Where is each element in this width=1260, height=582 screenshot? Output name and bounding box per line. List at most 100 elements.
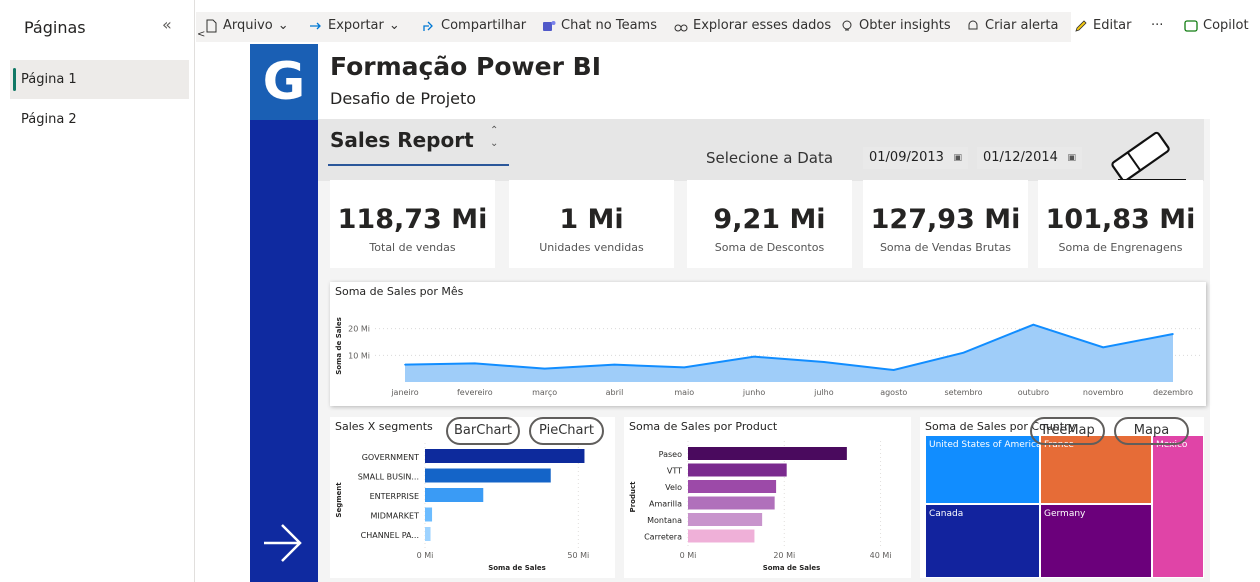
bar (425, 527, 431, 541)
kpi-card-soma-descontos: 9,21 Mi Soma de Descontos (687, 180, 852, 268)
toolbar-scroll-left-icon[interactable]: < (197, 29, 209, 42)
kpi-card-vendas-brutas: 127,93 Mi Soma de Vendas Brutas (863, 180, 1028, 268)
more-options-button[interactable]: ··· (1151, 18, 1163, 33)
treemap-tile[interactable]: United States of America (925, 435, 1040, 504)
page-item-pagina-1[interactable]: Página 1 (10, 60, 189, 99)
x-tick-label: 40 Mi (870, 551, 892, 560)
kpi-label: Soma de Vendas Brutas (879, 241, 1012, 254)
teams-chat-button[interactable]: Chat no Teams (542, 18, 657, 33)
teams-chat-label: Chat no Teams (561, 18, 657, 33)
category-label: CHANNEL PA... (361, 531, 419, 540)
report-logo: G (250, 44, 318, 120)
date-end-input[interactable]: 01/12/2014 ▣ (977, 147, 1082, 169)
x-tick-label: novembro (1083, 388, 1124, 397)
bar (425, 488, 484, 502)
data-point (1102, 346, 1104, 349)
bar (425, 449, 585, 463)
x-tick-label: 20 Mi (773, 551, 795, 560)
x-tick-label: 0 Mi (417, 551, 434, 560)
treemap-button[interactable]: TreeMap (1030, 417, 1105, 445)
x-tick-label: dezembro (1153, 388, 1193, 397)
monthly-sales-chart[interactable]: Soma de Sales por Mês 10 Mi 20 Mi Soma de … (330, 282, 1206, 406)
treemap-tile[interactable]: France (1040, 435, 1152, 504)
date-start-value: 01/09/2013 (869, 150, 944, 165)
x-tick-label: maio (674, 388, 694, 397)
bell-icon (968, 20, 978, 29)
x-tick-label: junho (742, 388, 765, 397)
copilot-label: Copilot (1203, 18, 1249, 33)
lightbulb-icon (842, 20, 852, 30)
pages-pane-title: Páginas (24, 18, 86, 37)
report-canvas: G Formação Power BI Desafio de Projeto S… (250, 44, 1210, 582)
toolbar: Arquivo ⌄ Exportar ⌄ Compartilhar Chat n… (196, 12, 1260, 42)
bar (688, 496, 775, 510)
x-tick-label: março (532, 388, 557, 397)
category-label: VTT (667, 467, 682, 476)
data-point (962, 351, 965, 354)
x-axis-title: Soma de Sales (763, 564, 821, 572)
file-menu-button[interactable]: Arquivo ⌄ (204, 18, 289, 33)
mapa-button[interactable]: Mapa (1114, 417, 1189, 445)
category-label: SMALL BUSIN... (358, 473, 419, 482)
bar (688, 447, 847, 460)
data-point (753, 355, 755, 358)
explore-data-button[interactable]: Explorar esses dados (674, 18, 831, 33)
x-tick-label: janeiro (390, 388, 418, 397)
kpi-card-unidades-vendidas: 1 Mi Unidades vendidas (509, 180, 674, 268)
export-menu-label: Exportar (328, 18, 384, 33)
teams-icon (543, 20, 556, 31)
get-insights-button[interactable]: Obter insights (840, 18, 951, 33)
category-label: Carretera (644, 533, 682, 542)
edit-label: Editar (1093, 18, 1132, 33)
y-axis-title: Soma de Sales (335, 317, 343, 375)
category-label: Velo (665, 483, 682, 492)
treemap-tile[interactable]: Mexico (1152, 435, 1204, 578)
piechart-button[interactable]: PieChart (529, 417, 604, 445)
share-button[interactable]: Compartilhar (422, 18, 526, 33)
product-bar-chart[interactable]: Soma de Sales por Product 0 Mi 20 Mi 40 Mi… (624, 417, 911, 578)
kpi-label: Soma de Descontos (714, 241, 825, 254)
kpi-label: Total de vendas (369, 241, 456, 254)
data-point (892, 369, 895, 371)
y-tick-label: 20 Mi (348, 325, 370, 334)
x-tick-label: 0 Mi (680, 551, 697, 560)
data-point (543, 367, 546, 370)
kpi-value: 118,73 Mi (337, 204, 488, 235)
bar (688, 513, 763, 526)
treemap-tile[interactable]: Germany (1040, 504, 1152, 578)
barchart-button[interactable]: BarChart (446, 417, 520, 445)
x-tick-label: julho (813, 388, 834, 397)
calendar-icon[interactable]: ▣ (1067, 147, 1076, 169)
y-tick-label: 10 Mi (348, 351, 370, 360)
calendar-icon[interactable]: ▣ (953, 147, 962, 169)
x-tick-label: fevereiro (457, 388, 493, 397)
x-tick-label: outubro (1018, 388, 1049, 397)
sales-report-underline (328, 164, 509, 166)
category-label: GOVERNMENT (362, 453, 419, 462)
data-point (404, 363, 406, 366)
bar (425, 507, 433, 522)
edit-button[interactable]: Editar (1074, 18, 1132, 33)
export-menu-button[interactable]: Exportar ⌄ (309, 18, 400, 33)
export-icon (310, 22, 321, 29)
copilot-button[interactable]: Copilot (1184, 18, 1249, 33)
treemap-area: United States of America France Canada Germ… (925, 435, 1204, 578)
scroll-stepper-icon[interactable]: ⌃ ⌄ (490, 124, 498, 150)
date-end-value: 01/12/2014 (983, 150, 1058, 165)
page-item-pagina-2[interactable]: Página 2 (10, 100, 189, 139)
y-axis-title: Segment (335, 482, 343, 518)
create-alert-button[interactable]: Criar alerta (966, 18, 1058, 33)
bar (425, 468, 551, 483)
treemap-label: Germany (1044, 509, 1086, 519)
share-icon (423, 21, 433, 31)
report-subtitle: Desafio de Projeto (330, 89, 477, 108)
arrow-right-icon[interactable] (262, 520, 304, 566)
treemap-tile[interactable]: Canada (925, 504, 1040, 578)
collapse-pane-icon[interactable]: « (162, 15, 172, 34)
y-axis-title: Product (629, 481, 637, 513)
bar (688, 480, 777, 493)
date-start-input[interactable]: 01/09/2013 ▣ (863, 147, 968, 169)
eraser-icon[interactable] (1100, 126, 1188, 182)
data-point (683, 366, 686, 369)
category-label: MIDMARKET (370, 512, 419, 521)
